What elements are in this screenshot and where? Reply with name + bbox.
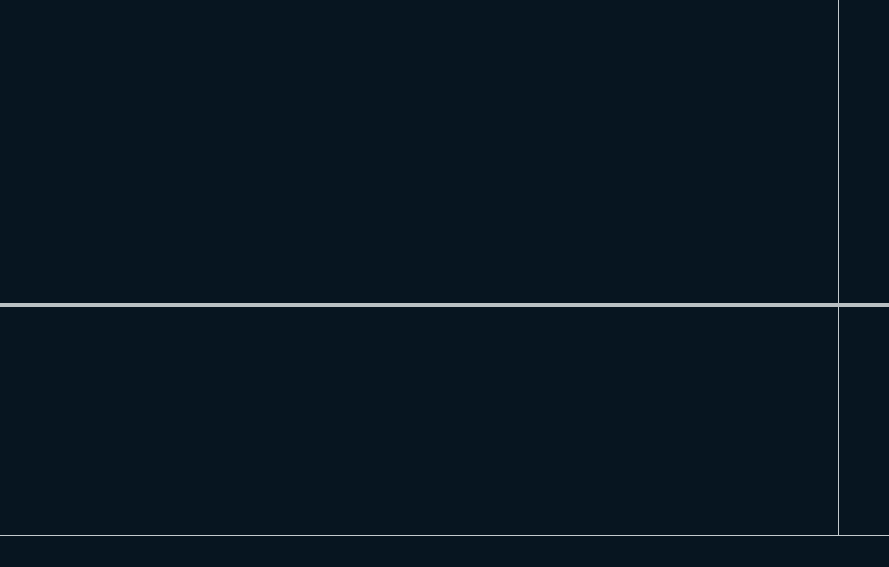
right-axis-line <box>838 0 839 535</box>
stoch-legend[interactable] <box>16 309 60 316</box>
chart-app <box>0 0 889 567</box>
panel-separator[interactable] <box>0 303 889 307</box>
price-dot-icon <box>53 309 60 316</box>
stoch-line-swatch-icon <box>16 311 37 314</box>
price-plot-area[interactable] <box>0 0 838 302</box>
stoch-plot-area[interactable] <box>0 335 838 535</box>
price-legend[interactable] <box>10 3 33 16</box>
series-marker-icon <box>10 3 23 16</box>
bottom-axis-line <box>0 535 889 536</box>
